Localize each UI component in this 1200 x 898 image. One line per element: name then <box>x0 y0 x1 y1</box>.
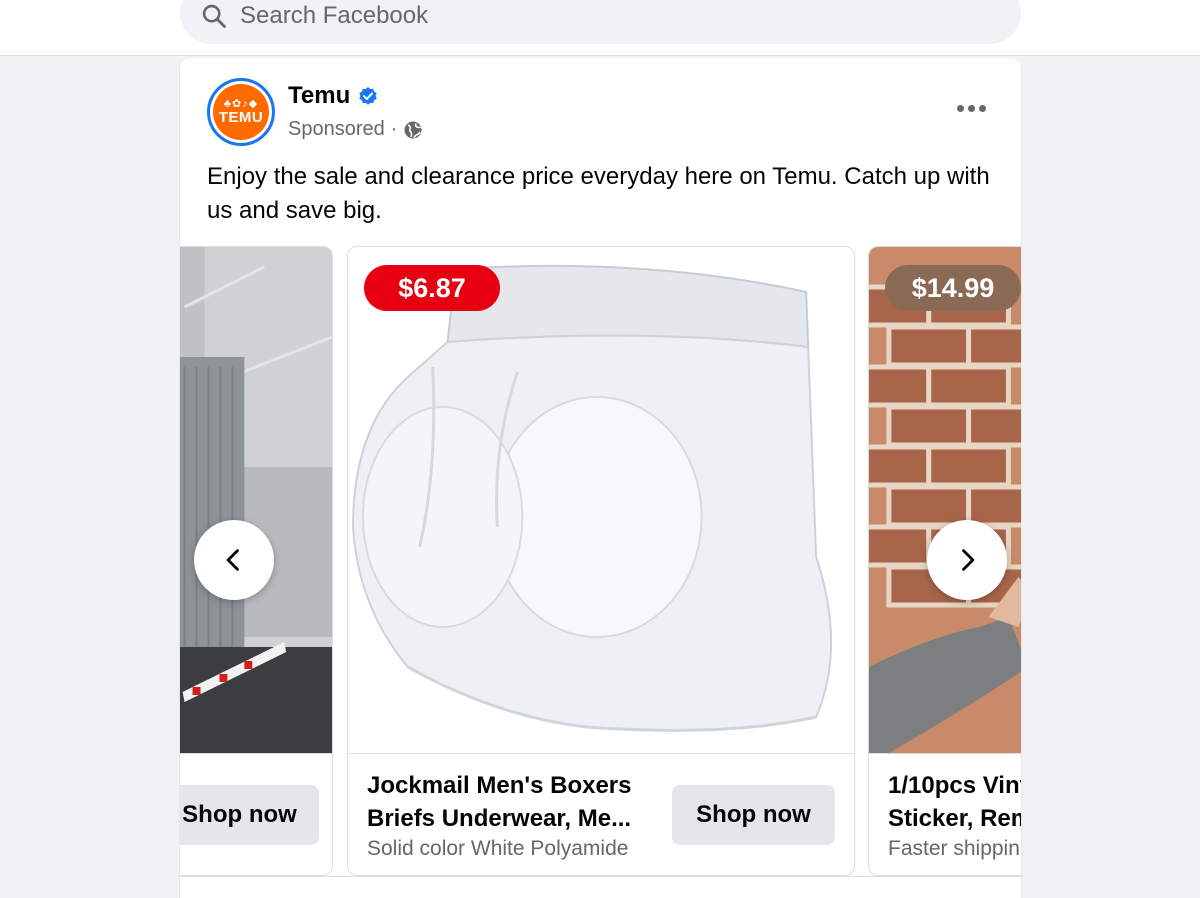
temu-logo-glyphs: ♣✿♪◆ <box>223 97 259 110</box>
chevron-left-icon <box>226 549 239 571</box>
product-title-line1: Jockmail Men's Boxers <box>367 772 632 799</box>
more-options-icon <box>956 104 964 112</box>
product-title[interactable]: 1/10pcs Vint Sticker, Rem <box>888 769 1021 835</box>
temu-avatar[interactable]: ♣✿♪◆ TEMU <box>207 78 275 146</box>
search-icon <box>202 4 226 28</box>
product-title-line2: Briefs Underwear, Me... <box>367 805 632 832</box>
price-badge: $6.87 <box>364 265 500 311</box>
meta-separator: · <box>390 118 398 140</box>
sponsored-post: ♣✿♪◆ TEMU Temu Sponsored · Enjoy the sal… <box>180 58 1021 898</box>
card-divider <box>348 753 854 754</box>
search-input[interactable]: Search Facebook <box>180 0 1021 44</box>
product-subtitle: Faster shippin <box>888 837 1020 860</box>
more-options-icon-dot <box>978 104 986 112</box>
product-image-brick-sticker[interactable] <box>869 247 1021 753</box>
product-carousel: Shop now $6.87 Jockmail Men's Boxers Bri… <box>180 246 1021 876</box>
more-options-button[interactable] <box>949 96 993 120</box>
verified-badge-icon <box>359 87 377 105</box>
card-divider <box>869 753 1021 754</box>
post-caption: Enjoy the sale and clearance price every… <box>207 163 990 224</box>
carousel-card-2[interactable]: $6.87 Jockmail Men's Boxers Briefs Under… <box>347 246 855 876</box>
top-bar: Search Facebook <box>0 0 1200 56</box>
product-title-line1: 1/10pcs Vint <box>888 772 1021 799</box>
more-options-icon-dot <box>967 104 975 112</box>
chevron-right-icon <box>962 549 975 571</box>
sponsored-label[interactable]: Sponsored <box>288 118 385 141</box>
carousel-next-button[interactable] <box>927 520 1007 600</box>
product-image-towel-rack[interactable] <box>180 247 332 753</box>
page-name[interactable]: Temu <box>288 82 350 110</box>
page-name-link[interactable]: Temu <box>288 82 378 110</box>
product-image-boxer-briefs[interactable] <box>348 247 854 753</box>
shop-now-button[interactable]: Shop now <box>180 785 319 845</box>
product-subtitle: Solid color White Polyamide <box>367 837 629 860</box>
search-placeholder: Search Facebook <box>240 2 429 29</box>
price-badge: $14.99 <box>885 265 1021 311</box>
post-actions-bar <box>180 876 1021 898</box>
product-title[interactable]: Jockmail Men's Boxers Briefs Underwear, … <box>367 769 632 835</box>
globe-icon[interactable] <box>403 120 423 140</box>
shop-now-button[interactable]: Shop now <box>672 785 835 845</box>
post-meta: Sponsored · <box>288 118 423 141</box>
carousel-prev-button[interactable] <box>194 520 274 600</box>
card-divider <box>180 753 332 754</box>
product-title-line2: Sticker, Rem <box>888 805 1021 832</box>
temu-logo-text: TEMU <box>218 108 264 126</box>
